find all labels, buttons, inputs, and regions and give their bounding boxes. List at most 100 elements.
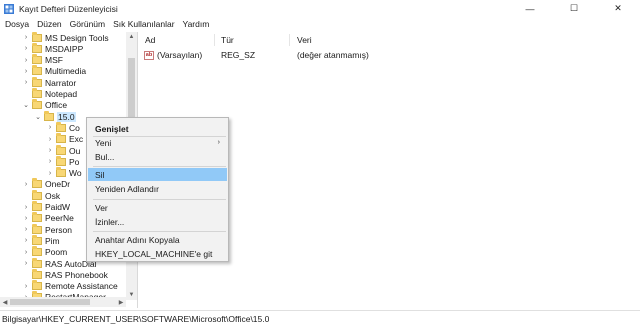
tree-item-label: MSDAIPP bbox=[45, 43, 84, 54]
expand-chevron-icon[interactable]: › bbox=[46, 124, 54, 131]
tree-item[interactable]: › Person bbox=[22, 223, 72, 235]
menu-edit[interactable]: Düzen bbox=[33, 19, 66, 29]
folder-icon bbox=[32, 223, 42, 234]
tree-item[interactable]: › MS Design Tools bbox=[22, 32, 109, 43]
folder-icon bbox=[32, 189, 42, 200]
menu-item-label: Bul... bbox=[95, 151, 115, 162]
menu-item-new[interactable]: Yeni › bbox=[88, 136, 227, 149]
expand-chevron-icon[interactable]: › bbox=[22, 181, 30, 188]
tree-item-label: Exc bbox=[69, 134, 84, 145]
expand-chevron-icon[interactable]: › bbox=[46, 147, 54, 154]
expand-chevron-icon[interactable]: › bbox=[46, 136, 54, 143]
tree-item-label: MSF bbox=[45, 55, 63, 66]
value-name: (Varsayılan) bbox=[157, 50, 203, 60]
scroll-left-arrow[interactable]: ◀ bbox=[0, 297, 10, 307]
tree-item[interactable]: › MSF bbox=[22, 54, 63, 66]
tree-item[interactable]: › Pim bbox=[22, 234, 60, 246]
tree-item-label: PaidW bbox=[45, 202, 71, 212]
column-header-name[interactable]: Ad bbox=[145, 34, 155, 46]
window-controls: — ☐ ✕ bbox=[508, 0, 640, 17]
tree-item[interactable]: › Narrator bbox=[22, 76, 76, 88]
menu-item-label: Sil bbox=[95, 169, 105, 180]
tree-horizontal-scrollbar[interactable]: ◀ ▶ bbox=[0, 297, 126, 307]
scroll-right-arrow[interactable]: ▶ bbox=[116, 297, 126, 307]
menu-favorites[interactable]: Sık Kullanılanlar bbox=[109, 19, 178, 29]
expand-chevron-icon[interactable]: ⌄ bbox=[34, 113, 42, 121]
horizontal-scroll-thumb[interactable] bbox=[10, 299, 90, 305]
menu-file[interactable]: Dosya bbox=[1, 19, 33, 29]
column-divider[interactable] bbox=[214, 34, 215, 46]
menu-item-label: Yeni bbox=[95, 137, 112, 148]
expand-chevron-icon[interactable]: › bbox=[22, 283, 30, 290]
tree-item[interactable]: › Co bbox=[46, 121, 80, 133]
tree-item-label: Osk bbox=[45, 190, 61, 201]
tree-item[interactable]: › Remote Assistance bbox=[22, 280, 118, 292]
expand-chevron-icon[interactable]: › bbox=[22, 215, 30, 222]
expand-chevron-icon[interactable]: ⌄ bbox=[22, 101, 30, 109]
minimize-button[interactable]: — bbox=[508, 0, 552, 17]
column-header-type[interactable]: Tür bbox=[221, 34, 234, 46]
expand-chevron-icon[interactable]: › bbox=[46, 170, 54, 177]
menu-item-find[interactable]: Bul... bbox=[88, 150, 227, 163]
tree-item[interactable]: › Po bbox=[46, 155, 79, 167]
tree-item[interactable]: › Exc bbox=[46, 133, 84, 145]
column-divider[interactable] bbox=[289, 34, 290, 46]
tree-item-label: Remote Assistance bbox=[45, 281, 118, 292]
menu-item-label: HKEY_LOCAL_MACHINE'e git bbox=[95, 248, 213, 259]
tree-item-label: Person bbox=[45, 224, 72, 235]
tree-item[interactable]: ⌄ 15.0 bbox=[34, 110, 76, 122]
tree-item[interactable]: Osk bbox=[22, 189, 61, 201]
tree-item[interactable]: › PeerNe bbox=[22, 212, 74, 224]
folder-icon bbox=[32, 99, 42, 110]
menu-help[interactable]: Yardım bbox=[179, 19, 214, 29]
value-name-cell: ab (Varsayılan) bbox=[144, 49, 202, 61]
maximize-button[interactable]: ☐ bbox=[552, 0, 596, 17]
expand-chevron-icon[interactable]: › bbox=[22, 34, 30, 41]
menu-item-copy-key-name[interactable]: Anahtar Adını Kopyala bbox=[88, 233, 227, 246]
tree-item[interactable]: RAS Phonebook bbox=[22, 268, 108, 280]
folder-icon bbox=[32, 88, 42, 98]
tree-item[interactable]: › Poom bbox=[22, 246, 67, 258]
tree-item[interactable]: Notepad bbox=[22, 88, 77, 100]
folder-icon bbox=[56, 133, 66, 144]
value-row[interactable]: ab (Varsayılan) REG_SZ (değer atanmamış) bbox=[139, 49, 539, 61]
expand-chevron-icon[interactable]: › bbox=[22, 226, 30, 233]
expand-chevron-icon[interactable]: › bbox=[22, 68, 30, 75]
expand-chevron-icon[interactable]: › bbox=[22, 57, 30, 64]
scroll-down-arrow[interactable]: ▼ bbox=[126, 290, 137, 300]
tree-item[interactable]: ⌄ Office bbox=[22, 99, 68, 111]
expand-chevron-icon[interactable]: › bbox=[22, 45, 30, 52]
menu-bar: Dosya Düzen Görünüm Sık Kullanılanlar Ya… bbox=[0, 17, 640, 31]
submenu-arrow-icon: › bbox=[217, 139, 220, 146]
folder-icon bbox=[32, 54, 42, 65]
expand-chevron-icon[interactable]: › bbox=[22, 204, 30, 211]
tree-item[interactable]: › Wo bbox=[46, 167, 82, 179]
tree-item-label: 15.0 bbox=[57, 111, 76, 122]
tree-item[interactable]: › Multimedia bbox=[22, 65, 86, 77]
menu-item-expand[interactable]: Genişlet bbox=[88, 122, 227, 135]
expand-chevron-icon[interactable]: › bbox=[22, 260, 30, 267]
tree-item[interactable]: › OneDr bbox=[22, 178, 70, 190]
expand-chevron-icon[interactable]: › bbox=[22, 249, 30, 256]
menu-view[interactable]: Görünüm bbox=[66, 19, 109, 29]
expand-chevron-icon[interactable]: › bbox=[22, 79, 30, 86]
folder-icon bbox=[32, 65, 42, 76]
menu-item-delete[interactable]: Sil bbox=[88, 168, 227, 181]
menu-item-export[interactable]: Ver bbox=[88, 201, 227, 214]
column-header-data[interactable]: Veri bbox=[297, 34, 312, 46]
menu-item-rename[interactable]: Yeniden Adlandır bbox=[88, 182, 227, 195]
tree-item-label: Office bbox=[45, 100, 68, 111]
folder-icon bbox=[32, 42, 42, 53]
tree-item[interactable]: › MSDAIPP bbox=[22, 42, 84, 54]
menu-item-goto-hklm[interactable]: HKEY_LOCAL_MACHINE'e git bbox=[88, 247, 227, 260]
window-title: Kayıt Defteri Düzenleyicisi bbox=[19, 3, 118, 14]
regedit-icon bbox=[4, 3, 14, 14]
close-button[interactable]: ✕ bbox=[596, 0, 640, 17]
tree-item[interactable]: › Ou bbox=[46, 144, 80, 156]
folder-icon bbox=[32, 76, 42, 87]
menu-item-permissions[interactable]: İzinler... bbox=[88, 215, 227, 228]
scroll-up-arrow[interactable]: ▲ bbox=[126, 32, 137, 42]
expand-chevron-icon[interactable]: › bbox=[46, 158, 54, 165]
expand-chevron-icon[interactable]: › bbox=[22, 237, 30, 244]
tree-item[interactable]: › PaidW bbox=[22, 201, 71, 213]
